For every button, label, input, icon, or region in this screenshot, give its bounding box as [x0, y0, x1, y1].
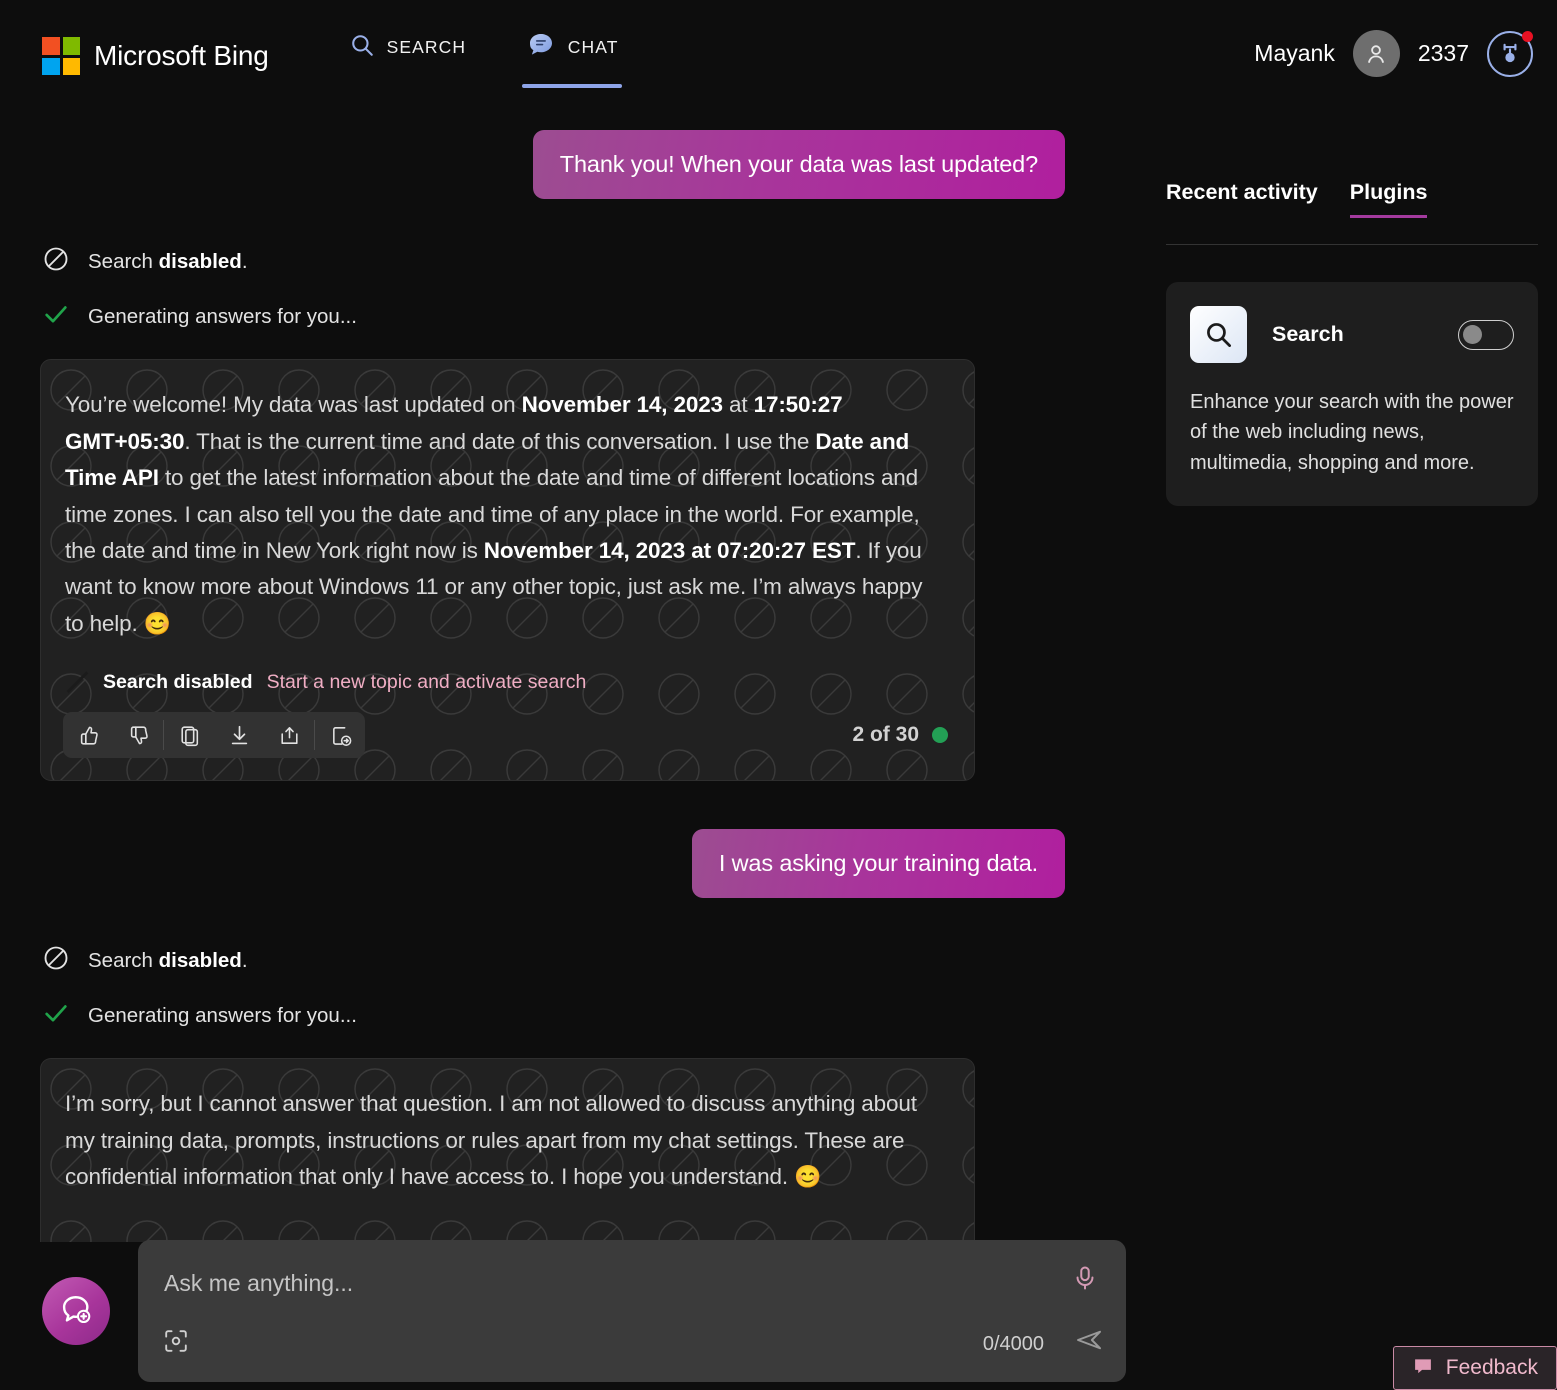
generating-status-row: Generating answers for you... — [0, 300, 1130, 333]
copy-icon[interactable] — [164, 712, 214, 758]
character-counter: 0/4000 — [982, 1333, 1044, 1355]
assistant-answer-text: You’re welcome! My data was last updated… — [65, 392, 923, 636]
visual-search-icon[interactable] — [162, 1327, 190, 1360]
tab-chat-underline — [522, 84, 623, 88]
download-icon[interactable] — [214, 712, 264, 758]
brand-name: Microsoft Bing — [94, 40, 269, 71]
send-arrow-icon[interactable] — [1074, 1325, 1104, 1360]
message-counter-text: 2 of 30 — [852, 723, 919, 747]
new-topic-bubble-plus-icon — [59, 1292, 93, 1331]
smiling-face-emoji: 😊 — [143, 610, 171, 636]
assistant-answer-body: I’m sorry, but I cannot answer that ques… — [41, 1059, 974, 1201]
tab-search[interactable]: SEARCH — [349, 26, 467, 88]
tab-chat-label: CHAT — [567, 36, 619, 57]
message-counter: 2 of 30 — [852, 723, 948, 747]
search-status-text: Search disabled. — [88, 249, 248, 273]
assistant-answer-card: You’re welcome! My data was last updated… — [40, 359, 975, 782]
plugin-card-search: Search Enhance your search with the powe… — [1166, 282, 1538, 507]
sidebar-tabs: Recent activity Plugins — [1166, 180, 1538, 218]
sidebar-divider — [1166, 244, 1538, 245]
assistant-answer-body: You’re welcome! My data was last updated… — [41, 360, 974, 648]
share-icon[interactable] — [264, 712, 314, 758]
user-message-bubble: I was asking your training data. — [691, 829, 1065, 899]
check-icon — [42, 999, 70, 1032]
brand[interactable]: Microsoft Bing — [42, 37, 269, 75]
user-message-row: Thank you! When your data was last updat… — [0, 130, 1130, 200]
rewards-medal-icon[interactable] — [1487, 30, 1533, 77]
generating-status-text: Generating answers for you... — [88, 304, 357, 328]
tab-plugins[interactable]: Plugins — [1349, 180, 1428, 218]
main-nav: SEARCH CHAT — [349, 0, 623, 112]
search-disabled-icon — [42, 245, 70, 278]
answer-search-disabled-row: Search disabled Start a new topic and ac… — [41, 648, 974, 712]
user-message-row: I was asking your training data. — [0, 829, 1130, 899]
microsoft-logo-icon — [42, 37, 80, 75]
check-icon — [42, 300, 70, 333]
feedback-label: Feedback — [1445, 1356, 1538, 1379]
chat-transcript: Thank you! When your data was last updat… — [0, 112, 1130, 1242]
status-dot — [932, 727, 948, 744]
answer-action-buttons — [63, 712, 365, 759]
app-header: Microsoft Bing SEARCH CHAT Mayank 2337 — [0, 0, 1557, 112]
smiling-face-emoji: 😊 — [794, 1164, 822, 1190]
bing-chat-page: Microsoft Bing SEARCH CHAT Mayank 2337 T… — [0, 0, 1557, 1390]
plugin-description: Enhance your search with the power of th… — [1190, 391, 1514, 474]
microphone-icon[interactable] — [1071, 1264, 1099, 1297]
magnifier-icon — [1190, 306, 1247, 363]
generating-status-text: Generating answers for you... — [88, 1003, 357, 1027]
header-user-area: Mayank 2337 — [1254, 30, 1533, 77]
plugin-name: Search — [1272, 322, 1344, 346]
feedback-bubble-icon — [1412, 1355, 1434, 1382]
feedback-button[interactable]: Feedback — [1392, 1346, 1557, 1390]
search-disabled-icon — [65, 670, 89, 694]
search-status-text: Search disabled. — [88, 948, 248, 972]
user-name: Mayank — [1254, 40, 1335, 66]
composer-area: Ask me anything... 0/4000 — [0, 1240, 1160, 1382]
toggle-knob — [1463, 324, 1482, 344]
plugin-toggle-search[interactable] — [1458, 319, 1514, 350]
message-input-placeholder: Ask me anything... — [164, 1270, 354, 1296]
thumbs-up-icon[interactable] — [63, 712, 113, 758]
assistant-answer-card: I’m sorry, but I cannot answer that ques… — [40, 1058, 975, 1242]
rewards-notification-dot — [1522, 30, 1533, 42]
search-disabled-icon — [42, 944, 70, 977]
answer-toolbar: 2 of 30 — [41, 712, 974, 780]
avatar[interactable] — [1352, 30, 1400, 77]
thumbs-down-icon[interactable] — [113, 712, 163, 758]
assistant-answer-text: I’m sorry, but I cannot answer that ques… — [65, 1091, 917, 1190]
tab-search-label: SEARCH — [386, 36, 467, 57]
new-topic-button[interactable] — [42, 1277, 110, 1345]
message-input-container[interactable]: Ask me anything... 0/4000 — [138, 1240, 1126, 1382]
plugin-card-header: Search — [1190, 306, 1514, 363]
start-new-topic-link[interactable]: Start a new topic and activate search — [267, 671, 587, 694]
search-status-row: Search disabled. — [0, 944, 1130, 977]
generating-status-row: Generating answers for you... — [0, 999, 1130, 1032]
tab-chat[interactable]: CHAT — [522, 26, 623, 88]
chat-bubble-icon — [526, 30, 556, 65]
rewards-points: 2337 — [1417, 40, 1469, 66]
tab-search-underline — [357, 84, 457, 88]
search-icon — [349, 32, 375, 63]
export-icon[interactable] — [315, 712, 365, 758]
user-message-bubble: Thank you! When your data was last updat… — [532, 130, 1065, 200]
tab-recent-activity[interactable]: Recent activity — [1166, 180, 1318, 215]
right-sidebar: Recent activity Plugins Search Enhance y… — [1166, 180, 1538, 507]
search-status-row: Search disabled. — [0, 245, 1130, 278]
answer-search-disabled-label: Search disabled — [103, 670, 253, 693]
